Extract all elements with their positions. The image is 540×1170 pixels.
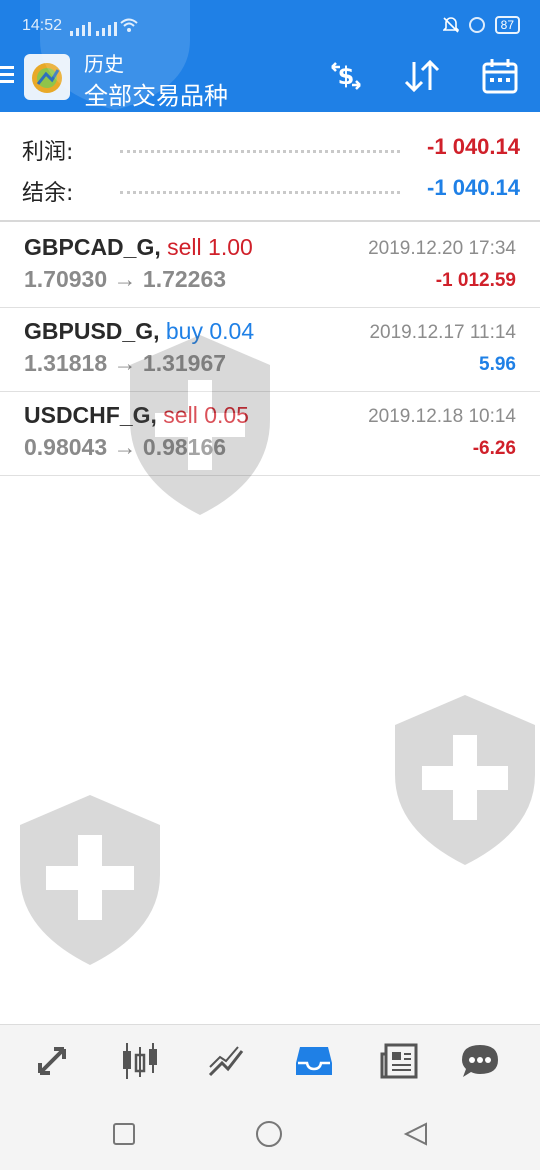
currency-exchange-icon: $ bbox=[331, 62, 361, 90]
deal-side: buy 0.04 bbox=[165, 318, 255, 344]
deal-symbol: USDCHF_G, sell 0.05 bbox=[24, 402, 249, 429]
recent-apps-button[interactable] bbox=[110, 1120, 138, 1148]
deal-open-price: 1.31818 bbox=[24, 350, 108, 376]
sort-button[interactable] bbox=[400, 54, 444, 98]
watermark-shield-icon bbox=[20, 795, 160, 965]
app-header: 14:52 87 历史 全部交易品种 $ bbox=[0, 0, 540, 112]
deal-prices: 1.70930 → 1.72263 bbox=[24, 266, 226, 293]
app-logo[interactable] bbox=[24, 54, 70, 100]
nav-news[interactable] bbox=[378, 1039, 422, 1083]
nav-history[interactable] bbox=[292, 1039, 336, 1083]
deal-row[interactable]: USDCHF_G, sell 0.05 0.98043 → 0.98166 20… bbox=[0, 392, 540, 476]
bottom-navigation bbox=[0, 1024, 540, 1096]
deal-datetime: 2019.12.17 11:14 bbox=[369, 322, 516, 343]
profit-value: -1 040.14 bbox=[427, 134, 520, 159]
deal-open-price: 0.98043 bbox=[24, 434, 108, 460]
lock-rotation-icon bbox=[468, 17, 485, 33]
deal-open-price: 1.70930 bbox=[24, 266, 108, 292]
deal-profit: 5.96 bbox=[479, 354, 516, 375]
status-right-icons: 87 bbox=[442, 16, 520, 34]
deal-close-price: 0.98166 bbox=[142, 434, 227, 460]
watermark-shield-icon bbox=[395, 695, 535, 865]
recent-apps-icon bbox=[113, 1123, 135, 1145]
arrow-right-icon: → bbox=[113, 266, 137, 292]
page-subtitle: 历史 bbox=[84, 52, 124, 76]
deal-symbol: GBPUSD_G, buy 0.04 bbox=[24, 318, 254, 345]
balance-label: 结余: bbox=[22, 181, 74, 206]
page-title[interactable]: 全部交易品种 bbox=[84, 76, 228, 111]
history-icon bbox=[296, 1047, 332, 1075]
deal-symbol: GBPCAD_G, sell 1.00 bbox=[24, 234, 253, 261]
home-icon bbox=[256, 1121, 282, 1147]
nav-chart[interactable] bbox=[118, 1039, 162, 1083]
deal-profit: -1 012.59 bbox=[435, 270, 516, 291]
deal-profit: -6.26 bbox=[472, 438, 516, 459]
summary-panel: 利润: -1 040.14 结余: -1 040.14 bbox=[0, 112, 540, 222]
deal-prices: 1.31818 → 1.31967 bbox=[24, 350, 226, 377]
nav-analytics[interactable] bbox=[204, 1039, 248, 1083]
chat-icon bbox=[462, 1045, 498, 1077]
deal-symbol-name: GBPCAD_G, bbox=[24, 234, 161, 260]
profit-label: 利润: bbox=[22, 140, 74, 165]
calendar-button[interactable] bbox=[478, 54, 522, 98]
wifi-icon bbox=[120, 18, 138, 32]
deal-datetime: 2019.12.18 10:14 bbox=[368, 406, 516, 427]
battery-indicator: 87 bbox=[494, 16, 520, 34]
trade-icon bbox=[38, 1047, 66, 1075]
deal-side: sell 0.05 bbox=[163, 402, 249, 428]
status-time: 14:52 bbox=[22, 17, 63, 34]
profit-row: 利润: -1 040.14 bbox=[22, 130, 520, 166]
analytics-icon bbox=[208, 1046, 244, 1077]
chart-icon bbox=[123, 1043, 157, 1079]
nav-trade[interactable] bbox=[32, 1039, 76, 1083]
signal-icon bbox=[70, 22, 91, 36]
signal-icon-2 bbox=[96, 22, 117, 36]
calendar-icon bbox=[482, 59, 518, 94]
deal-row[interactable]: GBPCAD_G, sell 1.00 1.70930 → 1.72263 20… bbox=[0, 224, 540, 308]
dotted-leader bbox=[120, 150, 400, 153]
arrow-right-icon: → bbox=[113, 350, 137, 376]
deal-datetime: 2019.12.20 17:34 bbox=[368, 238, 516, 259]
nav-chat[interactable] bbox=[458, 1039, 502, 1083]
svg-text:$: $ bbox=[338, 62, 355, 90]
home-button[interactable] bbox=[255, 1120, 283, 1148]
deal-close-price: 1.72263 bbox=[142, 266, 227, 292]
back-button[interactable] bbox=[402, 1120, 430, 1148]
notification-muted-icon bbox=[442, 17, 459, 33]
arrow-right-icon: → bbox=[113, 434, 137, 460]
app-bar: 历史 全部交易品种 $ bbox=[0, 40, 540, 112]
deal-row[interactable]: GBPUSD_G, buy 0.04 1.31818 → 1.31967 201… bbox=[0, 308, 540, 392]
currency-exchange-button[interactable]: $ bbox=[324, 54, 368, 98]
back-icon bbox=[403, 1122, 427, 1146]
menu-icon[interactable] bbox=[0, 66, 14, 84]
deal-side: sell 1.00 bbox=[167, 234, 253, 260]
dotted-leader bbox=[120, 191, 400, 194]
sort-arrows-icon bbox=[404, 59, 440, 93]
system-navigation bbox=[0, 1096, 540, 1170]
deal-symbol-name: GBPUSD_G, bbox=[24, 318, 160, 344]
balance-value: -1 040.14 bbox=[427, 175, 520, 200]
status-bar: 14:52 87 bbox=[0, 0, 540, 40]
balance-row: 结余: -1 040.14 bbox=[22, 171, 520, 207]
deal-prices: 0.98043 → 0.98166 bbox=[24, 434, 226, 461]
news-icon bbox=[380, 1043, 418, 1079]
deal-symbol-name: USDCHF_G, bbox=[24, 402, 157, 428]
deal-close-price: 1.31967 bbox=[142, 350, 227, 376]
